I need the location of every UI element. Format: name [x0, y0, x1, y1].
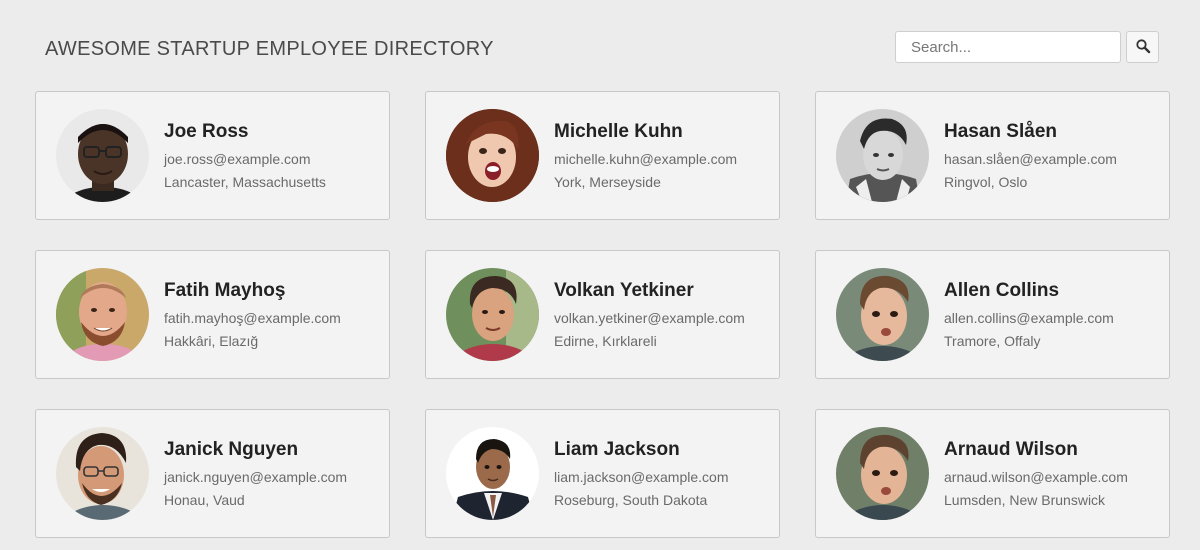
employee-location: Hakkâri, Elazığ — [164, 333, 259, 349]
employee-email: allen.collins@example.com — [944, 310, 1114, 326]
avatar — [446, 109, 539, 202]
employee-info: Hasan Slåen hasan.slåen@example.com Ring… — [944, 121, 1117, 190]
avatar — [56, 109, 149, 202]
employee-name: Volkan Yetkiner — [554, 280, 694, 301]
employee-card[interactable]: Liam Jackson liam.jackson@example.com Ro… — [425, 409, 780, 538]
employee-card[interactable]: Joe Ross joe.ross@example.com Lancaster,… — [35, 91, 390, 220]
page-title: Awesome Startup Employee Directory — [45, 38, 494, 60]
magnifier-icon — [1135, 38, 1151, 57]
employee-directory-page: Awesome Startup Employee Directory — [0, 0, 1200, 550]
employee-location: Edirne, Kırklareli — [554, 333, 657, 349]
employee-info: Liam Jackson liam.jackson@example.com Ro… — [554, 439, 729, 508]
avatar — [446, 268, 539, 361]
employee-name: Hasan Slåen — [944, 121, 1057, 142]
employee-info: Arnaud Wilson arnaud.wilson@example.com … — [944, 439, 1128, 508]
employee-location: Honau, Vaud — [164, 492, 245, 508]
employee-location: Roseburg, South Dakota — [554, 492, 708, 508]
employee-name: Fatih Mayhoş — [164, 280, 286, 301]
employee-email: joe.ross@example.com — [164, 151, 311, 167]
employee-card[interactable]: Fatih Mayhoş fatih.mayhoş@example.com Ha… — [35, 250, 390, 379]
employee-email: michelle.kuhn@example.com — [554, 151, 738, 167]
employee-name: Allen Collins — [944, 280, 1060, 301]
avatar — [446, 427, 539, 520]
search-input[interactable] — [895, 31, 1121, 63]
employee-location: Ringvol, Oslo — [944, 174, 1028, 190]
employee-card[interactable]: Michelle Kuhn michelle.kuhn@example.com … — [425, 91, 780, 220]
employee-location: Lumsden, New Brunswick — [944, 492, 1106, 508]
employee-email: janick.nguyen@example.com — [164, 469, 348, 485]
avatar — [56, 268, 149, 361]
employee-email: hasan.slåen@example.com — [944, 151, 1117, 167]
employee-location: Lancaster, Massachusetts — [164, 174, 326, 190]
employee-name: Arnaud Wilson — [944, 439, 1078, 460]
search-button[interactable] — [1126, 31, 1159, 63]
employee-name: Joe Ross — [164, 121, 249, 142]
employee-card[interactable]: Arnaud Wilson arnaud.wilson@example.com … — [815, 409, 1170, 538]
employee-card[interactable]: Allen Collins allen.collins@example.com … — [815, 250, 1170, 379]
employee-email: fatih.mayhoş@example.com — [164, 310, 341, 326]
employee-location: York, Merseyside — [554, 174, 661, 190]
employee-name: Janick Nguyen — [164, 439, 299, 460]
employee-name: Liam Jackson — [554, 439, 680, 460]
employee-email: arnaud.wilson@example.com — [944, 469, 1128, 485]
employee-info: Janick Nguyen janick.nguyen@example.com … — [164, 439, 347, 508]
employee-info: Michelle Kuhn michelle.kuhn@example.com … — [554, 121, 737, 190]
employee-card[interactable]: Hasan Slåen hasan.slåen@example.com Ring… — [815, 91, 1170, 220]
employee-info: Joe Ross joe.ross@example.com Lancaster,… — [164, 121, 326, 190]
employee-info: Volkan Yetkiner volkan.yetkiner@example.… — [554, 280, 745, 349]
avatar — [836, 427, 929, 520]
employee-email: volkan.yetkiner@example.com — [554, 310, 745, 326]
employee-email: liam.jackson@example.com — [554, 469, 729, 485]
employee-info: Fatih Mayhoş fatih.mayhoş@example.com Ha… — [164, 280, 341, 349]
employee-card[interactable]: Volkan Yetkiner volkan.yetkiner@example.… — [425, 250, 780, 379]
avatar — [836, 109, 929, 202]
employee-card[interactable]: Janick Nguyen janick.nguyen@example.com … — [35, 409, 390, 538]
avatar — [836, 268, 929, 361]
employee-name: Michelle Kuhn — [554, 121, 683, 142]
avatar — [56, 427, 149, 520]
employee-info: Allen Collins allen.collins@example.com … — [944, 280, 1114, 349]
employee-location: Tramore, Offaly — [944, 333, 1041, 349]
employee-grid: Joe Ross joe.ross@example.com Lancaster,… — [35, 91, 1170, 538]
